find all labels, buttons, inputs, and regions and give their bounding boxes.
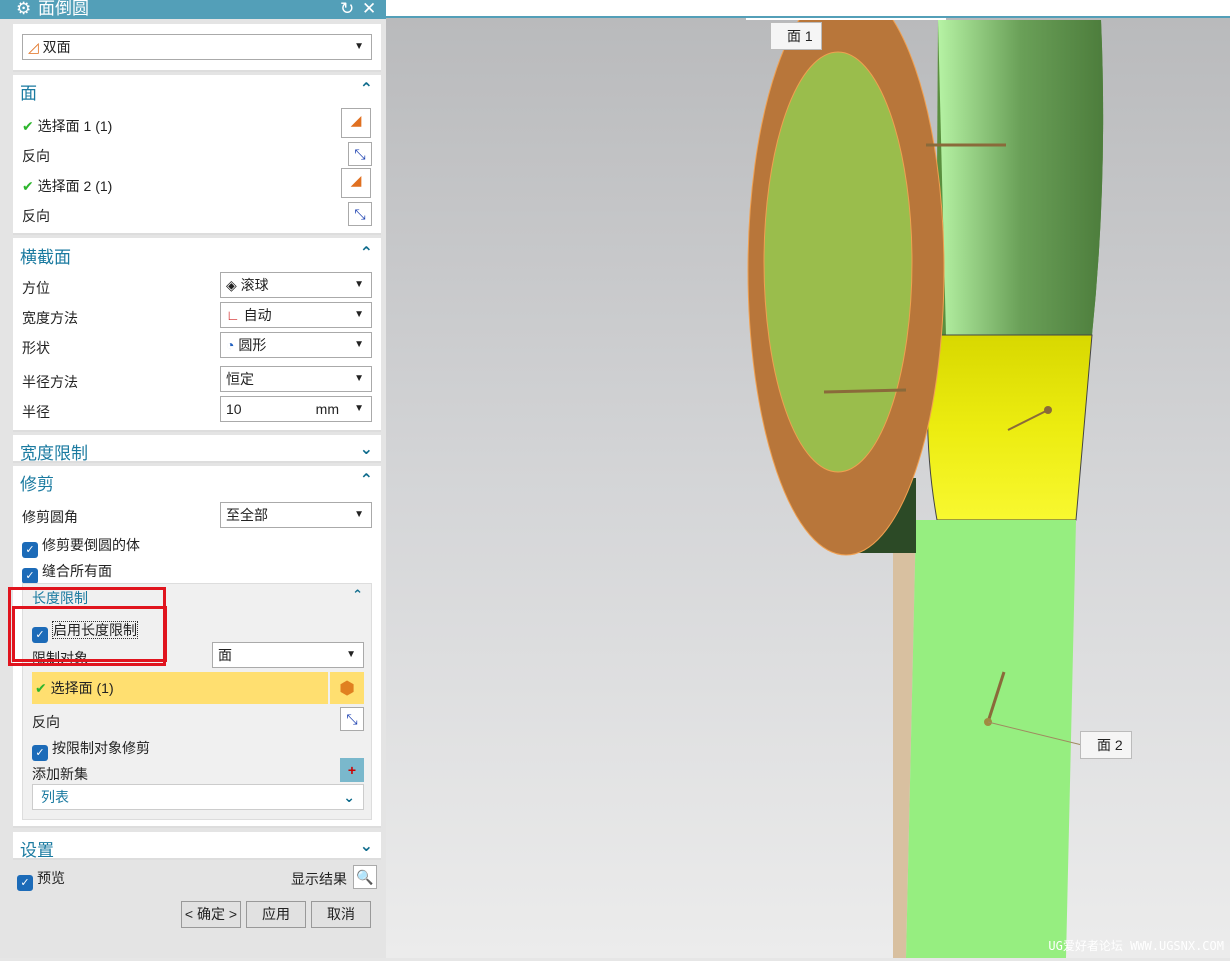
reset-icon[interactable]: ↻ — [340, 0, 354, 18]
radius-method-label: 半径方法 — [22, 374, 78, 390]
width-select[interactable]: ∟ 自动 ▼ — [220, 302, 372, 328]
shape-select[interactable]: ◔ 圆形 ▼ — [220, 332, 372, 358]
radius-label: 半径 — [22, 404, 50, 420]
sew-faces-checkbox[interactable]: ✓ 缝合所有面 — [22, 561, 112, 584]
add-set-icon[interactable]: + — [340, 758, 364, 782]
orient-select[interactable]: ◈ 滚球 ▼ — [220, 272, 372, 298]
check-icon: ✔ — [35, 680, 47, 696]
orient-label: 方位 — [22, 280, 50, 296]
select-face-label: 选择面 (1) — [50, 680, 114, 696]
add-set-label: 添加新集 — [32, 766, 88, 782]
face-select-icon[interactable]: ◢ — [341, 108, 371, 138]
cross-header[interactable]: 横截面 — [20, 243, 71, 268]
radius-method-select[interactable]: 恒定 ▼ — [220, 366, 372, 392]
select-face-2[interactable]: 选择面 2 (1) — [38, 178, 113, 194]
type-value: 双面 — [42, 39, 71, 55]
list-label: 列表 — [41, 789, 69, 805]
chevron-down-icon[interactable]: ⌄ — [360, 439, 373, 459]
reverse-direction-icon[interactable]: ⤡ — [348, 202, 372, 226]
trim-body-checkbox[interactable]: ✓ 修剪要倒圆的体 — [22, 535, 140, 558]
width-label: 宽度方法 — [22, 310, 78, 326]
width-value: 自动 — [243, 307, 272, 323]
cancel-button[interactable]: 取消 — [311, 901, 371, 928]
face-1-label: 面 1 — [770, 22, 822, 50]
apply-button[interactable]: 应用 — [246, 901, 306, 928]
radius-unit: mm — [315, 401, 339, 417]
close-icon[interactable]: ✕ — [362, 0, 376, 18]
reverse-direction-icon[interactable]: ⤡ — [340, 707, 364, 731]
chevron-up-icon[interactable]: ⌃ — [360, 243, 373, 263]
reverse-direction-icon[interactable]: ⤡ — [348, 142, 372, 166]
select-face-row[interactable]: ✔ 选择面 (1) — [32, 672, 328, 704]
trim-body-label: 修剪要倒圆的体 — [42, 537, 140, 553]
dialog-titlebar: ⚙ 面倒圆 ↻ ✕ — [0, 0, 386, 19]
checkbox-checked-icon: ✓ — [32, 745, 48, 761]
preview-checkbox[interactable]: ✓ 预览 — [17, 868, 65, 891]
checkbox-checked-icon: ✓ — [17, 875, 33, 891]
highlight-box — [12, 606, 167, 662]
gear-icon[interactable]: ⚙ — [16, 0, 31, 18]
preview-label: 预览 — [37, 870, 65, 886]
chevron-up-icon[interactable]: ⌃ — [360, 470, 373, 490]
trim-fillet-select[interactable]: 至全部 ▼ — [220, 502, 372, 528]
ok-button[interactable]: < 确定 > — [181, 901, 241, 928]
dialog-title: 面倒圆 — [38, 0, 89, 18]
settings-section: 设置 ⌄ — [13, 832, 381, 860]
select-face-1[interactable]: 选择面 1 (1) — [38, 118, 113, 134]
list-toggle[interactable]: 列表 ⌄ — [32, 784, 364, 810]
shape-label: 形状 — [22, 340, 50, 356]
check-icon: ✔ — [22, 178, 34, 194]
chevron-up-icon[interactable]: ⌃ — [352, 587, 363, 603]
chevron-up-icon[interactable]: ⌃ — [360, 79, 373, 99]
trim-header[interactable]: 修剪 — [20, 470, 54, 495]
watermark: UG爱好者论坛 WWW.UGSNX.COM — [1048, 939, 1224, 953]
face-select-icon[interactable]: ◢ — [341, 168, 371, 198]
limit-target-select[interactable]: 面 ▼ — [212, 642, 364, 668]
model-render — [746, 0, 1104, 958]
face-blend-dialog: ⚙ 面倒圆 ↻ ✕ ◿ 双面 ▼ 面 ⌃ ✔ 选择面 1 (1) ◢ 反向 ⤡ ✔ … — [0, 0, 386, 958]
radius-method-value: 恒定 — [226, 371, 254, 387]
reverse-label: 反向 — [32, 714, 60, 730]
width-limit-section: 宽度限制 ⌄ — [13, 435, 381, 463]
trim-fillet-label: 修剪圆角 — [22, 509, 78, 525]
trim-by-limit-label: 按限制对象修剪 — [52, 740, 150, 756]
width-limit-header[interactable]: 宽度限制 — [20, 439, 88, 464]
reverse-2-label: 反向 — [22, 208, 50, 224]
orient-value: 滚球 — [240, 277, 269, 293]
chevron-down-icon[interactable]: ⌄ — [360, 836, 373, 856]
limit-target-value: 面 — [218, 647, 232, 663]
cross-section: 横截面 ⌃ 方位 ◈ 滚球 ▼ 宽度方法 ∟ 自动 ▼ 形状 ◔ 圆形 ▼ 半径方法 恒… — [13, 238, 381, 432]
trim-by-limit-checkbox[interactable]: ✓ 按限制对象修剪 — [32, 738, 150, 761]
settings-header[interactable]: 设置 — [20, 836, 54, 861]
checkbox-checked-icon: ✓ — [22, 568, 38, 584]
cube-select-icon[interactable]: ⬢ — [330, 672, 364, 704]
checkbox-checked-icon: ✓ — [22, 542, 38, 558]
radius-input[interactable]: 10 mm ▼ — [220, 396, 372, 422]
type-section: ◿ 双面 ▼ — [13, 24, 381, 72]
graphics-viewport[interactable]: 面 1 面 2 UG爱好者论坛 WWW.UGSNX.COM — [386, 0, 1230, 958]
face-header[interactable]: 面 — [20, 79, 37, 104]
magnifier-icon[interactable]: 🔍 — [353, 865, 377, 889]
shape-value: 圆形 — [238, 337, 267, 353]
check-icon: ✔ — [22, 118, 34, 134]
face-section: 面 ⌃ ✔ 选择面 1 (1) ◢ 反向 ⤡ ✔ 选择面 2 (1) ◢ 反向 ⤡ — [13, 75, 381, 235]
reverse-1-label: 反向 — [22, 148, 50, 164]
trim-fillet-value: 至全部 — [226, 507, 268, 523]
sew-label: 缝合所有面 — [42, 563, 112, 579]
chevron-down-icon: ⌄ — [343, 789, 355, 805]
type-select[interactable]: ◿ 双面 ▼ — [22, 34, 372, 60]
face-2-label: 面 2 — [1080, 731, 1132, 759]
show-result-label: 显示结果 — [291, 871, 347, 887]
radius-value: 10 — [226, 401, 242, 417]
top-bar — [386, 0, 1230, 18]
